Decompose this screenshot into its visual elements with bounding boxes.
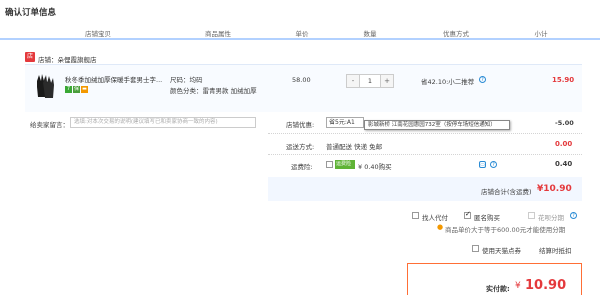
insurance-amount: 0.40 [555, 160, 573, 168]
message-input[interactable]: 选填:对本次交易的说明(建议填写已和卖家协商一致的内容) [70, 117, 256, 128]
points-note: 结算时抵扣 [539, 247, 572, 255]
store-promo-amount: -5.00 [555, 119, 574, 127]
payment-currency: ¥ [515, 281, 521, 291]
tmall-points-label: 使用天猫点券 [482, 247, 521, 255]
shop-name-link[interactable]: 朵俚霞旗舰店 [58, 56, 97, 64]
store-promo-select[interactable]: 省5元:A1 [326, 117, 364, 128]
divider [268, 133, 582, 134]
item-price: 58.00 [292, 76, 311, 84]
store-total-amount: ¥10.90 [537, 184, 572, 194]
header-discount: 优惠方式 [443, 30, 469, 38]
shipping-label: 运送方式: [286, 143, 315, 151]
installment-checkbox[interactable] [528, 212, 535, 219]
store-promo-label: 店铺优惠: [286, 121, 315, 129]
header-price: 单价 [295, 30, 309, 38]
store-total-row [268, 177, 582, 201]
guarantee-icon: 保 [73, 86, 80, 93]
qty-input[interactable]: 1 [359, 75, 381, 87]
anonymous-checkbox[interactable] [464, 210, 471, 219]
qty-plus-button[interactable]: + [381, 75, 393, 87]
installment-label: 花呗分期 [538, 214, 564, 222]
item-discount: 省42.10:小二推荐 [421, 78, 475, 86]
header-shop-item: 店铺宝贝 [85, 30, 111, 38]
item-badges: 7 保 ▬ [65, 86, 88, 93]
insurance-value: ¥ 0.40购买 [358, 163, 392, 171]
insurance-checkbox[interactable] [326, 161, 333, 168]
glove-product-image[interactable] [34, 73, 56, 101]
item-size-attr: 尺码：均码 [170, 76, 203, 84]
help-icon[interactable]: ? [490, 161, 497, 168]
anonymous-label: 匿名购买 [474, 214, 500, 222]
7day-return-icon: 7 [65, 86, 72, 93]
payment-amount: 10.90 [525, 278, 567, 293]
qty-minus-button[interactable]: - [347, 75, 359, 87]
store-total-label: 店铺合计(含运费) [481, 188, 532, 196]
table-header: 店铺宝贝 商品属性 单价 数量 优惠方式 小计 [0, 24, 600, 40]
message-label: 给卖家留言： [30, 121, 69, 129]
location-icon: ● [437, 223, 444, 231]
divider [268, 154, 582, 155]
header-attributes: 商品属性 [205, 30, 231, 38]
header-subtotal: 小计 [534, 30, 548, 38]
item-subtotal: 15.90 [552, 76, 575, 84]
header-quantity: 数量 [363, 30, 377, 38]
help-icon[interactable]: ? [479, 76, 486, 83]
insurance-label: 运费险: [291, 163, 313, 171]
item-row [25, 64, 582, 112]
proxy-pay-label: 找人代付 [422, 214, 448, 222]
shop-label: 店铺：朵俚霞旗舰店 [38, 56, 97, 64]
item-color-attr: 颜色分类：雷青男款 加绒加厚 [170, 87, 257, 95]
chat-icon[interactable]: ▭ [479, 161, 486, 168]
page-title: 确认订单信息 [5, 8, 57, 18]
tmall-points-checkbox[interactable] [472, 245, 479, 252]
payment-label: 实付款: [486, 285, 510, 293]
address-tooltip: 影城新桥 江南花园惠园732室（按停车场短信通知） [364, 120, 510, 130]
credit-icon: ▬ [81, 86, 88, 93]
item-title-link[interactable]: 秋冬季加绒加厚保暖手套男士字... [65, 74, 162, 84]
shop-icon: 店 [25, 52, 35, 62]
quantity-stepper: - 1 + [346, 74, 394, 88]
shipping-value: 普通配送 快递 免邮 [326, 143, 383, 151]
shipping-amount: 0.00 [555, 140, 573, 148]
insurance-tag: 运费险 [335, 160, 355, 169]
installment-note: 商品单价大于等于600.00元才能使用分期 [445, 226, 566, 234]
proxy-pay-checkbox[interactable] [412, 212, 419, 219]
help-icon[interactable]: ? [570, 212, 577, 219]
